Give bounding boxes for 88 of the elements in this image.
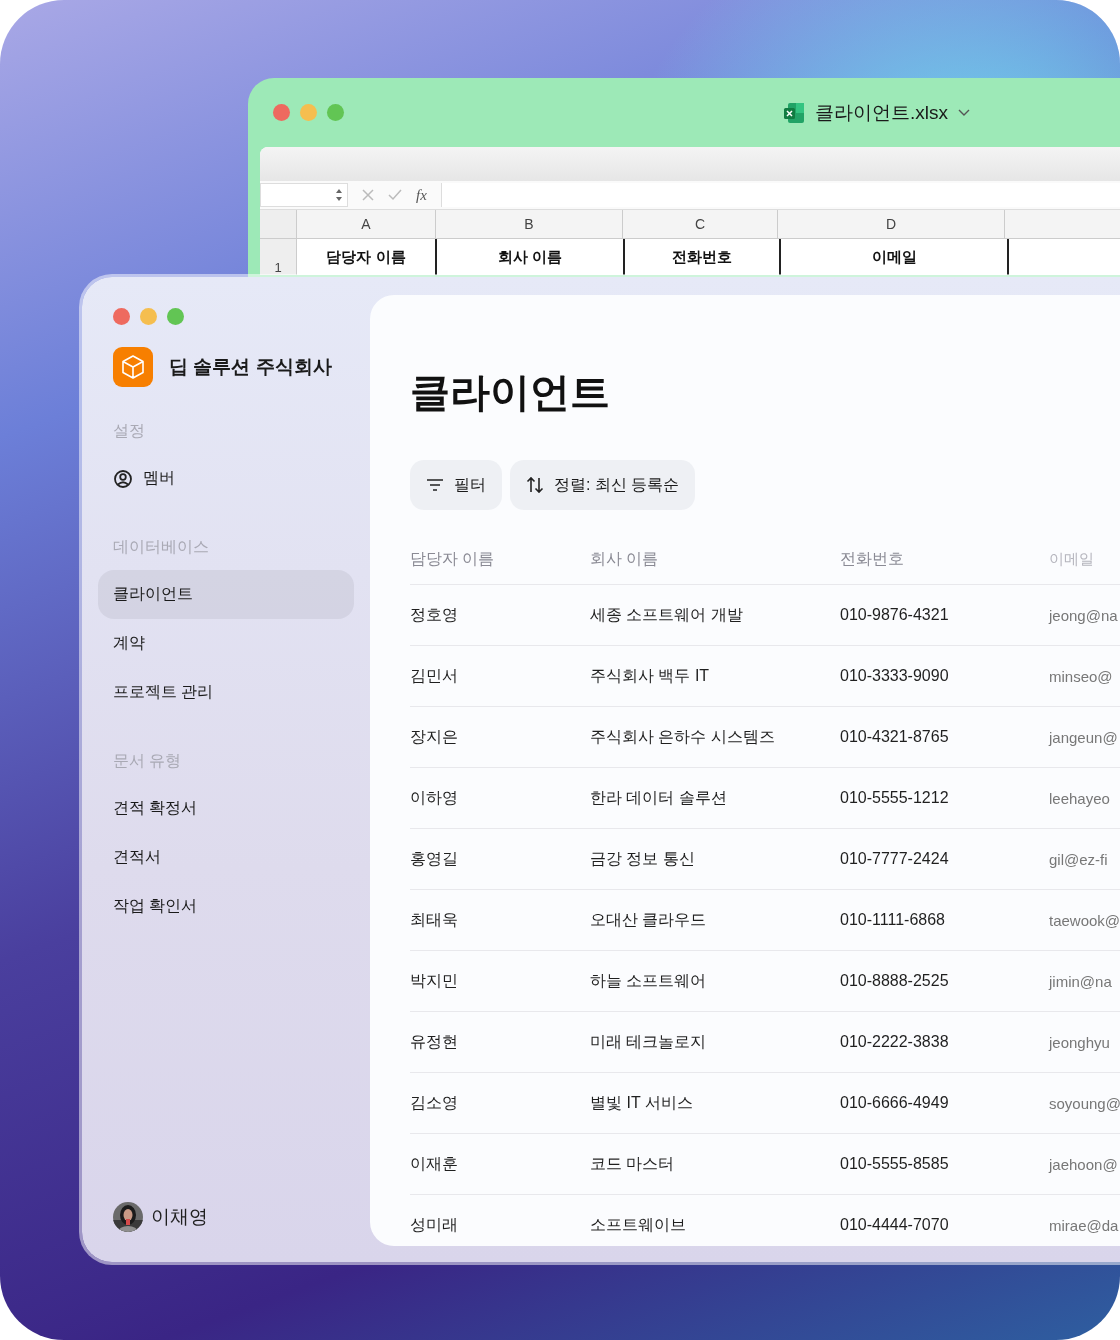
sidebar-item[interactable]: 계약: [98, 619, 354, 668]
section-heading: 설정: [112, 421, 146, 441]
sidebar-item[interactable]: 프로젝트 관리: [98, 668, 354, 717]
check-icon[interactable]: [388, 189, 402, 201]
minimize-button[interactable]: [140, 308, 157, 325]
cancel-icon[interactable]: [362, 189, 374, 201]
table-cell: soyoung@: [1049, 1094, 1120, 1112]
row-header[interactable]: 1: [260, 239, 297, 275]
cube-icon: [113, 347, 153, 387]
table-cell-text: leehayeo: [1049, 789, 1111, 807]
table-cell-text: jimin@na: [1049, 972, 1113, 990]
table-cell: 담당자 이름: [297, 239, 437, 275]
table-cell-text: 장지은: [410, 726, 459, 747]
file-name: 클라이언트.xlsx: [815, 101, 948, 125]
table-cell-text: 금강 정보 통신: [590, 848, 696, 869]
table-cell-text: 미래 테크놀로지: [590, 1031, 708, 1052]
sidebar-item[interactable]: 클라이언트: [98, 570, 354, 619]
table-cell-text: 박지민: [410, 970, 459, 991]
table-cell: 이메일: [781, 239, 1009, 275]
table-cell-text: 코드 마스터: [590, 1153, 676, 1174]
filter-button[interactable]: 필터: [410, 460, 502, 510]
table-cell-text: 010-4321-8765: [840, 728, 950, 746]
table-cell-text: 주식회사 은하수 시스템즈: [590, 726, 776, 747]
table-cell: 전화번호: [625, 239, 781, 275]
page-title: 클라이언트: [410, 369, 611, 416]
table-cell-text: 010-8888-2525: [840, 972, 950, 990]
table-cell-text: 010-1111-6868: [840, 911, 946, 929]
table-cell-text: 010-7777-2424: [840, 850, 950, 868]
column-header[interactable]: D: [778, 210, 1005, 238]
user-name[interactable]: 이채영: [151, 1204, 208, 1230]
column-header[interactable]: 회사 이름: [590, 548, 840, 570]
table-cell-text: minseo@: [1049, 667, 1114, 685]
table-cell-text: jangeun@: [1049, 728, 1119, 746]
table-cell-text: 010-3333-9090: [840, 667, 950, 685]
select-all-corner[interactable]: [260, 210, 297, 238]
table-cell-text: 유정현: [410, 1031, 459, 1052]
table-cell: mirae@da: [1049, 1216, 1120, 1234]
table-cell-text: 주식회사 백두 IT: [590, 665, 711, 686]
function-label[interactable]: fx: [416, 186, 427, 204]
table-cell-text: 소프트웨이브: [590, 1214, 687, 1235]
table-cell-text: gil@ez-fi: [1049, 850, 1109, 868]
section-heading: 문서 유형: [112, 751, 183, 771]
table-cell-text: 최태욱: [410, 909, 459, 930]
sidebar-item[interactable]: 작업 확인서: [98, 882, 354, 931]
sidebar-item[interactable]: 견적 확정서: [98, 784, 354, 833]
sidebar-item[interactable]: 견적서: [98, 833, 354, 882]
table-cell-text: 성미래: [410, 1214, 459, 1235]
table-cell-text: 010-4444-7070: [840, 1216, 950, 1234]
table-cell-text: jeonghyu: [1049, 1033, 1111, 1051]
section-heading: 데이터베이스: [112, 537, 210, 557]
table-cell-text: 김소영: [410, 1092, 459, 1113]
table-cell-text: jaehoon@: [1049, 1155, 1119, 1173]
user-icon: [113, 468, 133, 489]
sort-icon: [526, 476, 544, 494]
table-cell-text: 하늘 소프트웨어: [590, 970, 708, 991]
company-name: 딥 솔루션 주식회사: [169, 355, 332, 379]
table-cell-text: 이하영: [410, 787, 459, 808]
sidebar-item[interactable]: 멤버: [98, 454, 354, 503]
table-cell-text: 010-9876-4321: [840, 606, 950, 624]
column-header[interactable]: C: [623, 210, 778, 238]
table-cell-text: 홍영길: [410, 848, 459, 869]
table-cell: taewook@: [1049, 911, 1120, 929]
spreadsheet-icon: [783, 102, 805, 124]
table-cell-text: 010-5555-1212: [840, 789, 950, 807]
chevron-down-icon[interactable]: [958, 109, 970, 117]
formula-field[interactable]: [440, 183, 1120, 207]
table-cell-text: 한라 데이터 솔루션: [590, 787, 728, 808]
table-cell-text: jeong@na: [1049, 606, 1119, 624]
table-cell-text: 오대산 클라우드: [590, 909, 708, 930]
table-cell: 회사 이름: [437, 239, 625, 275]
column-header[interactable]: B: [436, 210, 623, 238]
column-header[interactable]: A: [297, 210, 436, 238]
table-cell-text: 이재훈: [410, 1153, 459, 1174]
table-cell-text: 김민서: [410, 665, 459, 686]
table-cell-text: 별빛 IT 서비스: [590, 1092, 694, 1113]
filter-icon: [426, 478, 444, 492]
zoom-button[interactable]: [327, 104, 344, 121]
table-cell-text: 010-6666-4949: [840, 1094, 950, 1112]
sort-button[interactable]: 정렬: 최신 등록순: [510, 460, 696, 510]
table-cell-text: 세종 소프트웨어 개발: [590, 604, 744, 625]
close-button[interactable]: [113, 308, 130, 325]
table-cell-text: 정호영: [410, 604, 459, 625]
zoom-button[interactable]: [167, 308, 184, 325]
close-button[interactable]: [273, 104, 290, 121]
table-cell-text: 010-5555-8585: [840, 1155, 950, 1173]
name-box[interactable]: [260, 183, 348, 207]
table-cell-text: 010-2222-3838: [840, 1033, 950, 1051]
minimize-button[interactable]: [300, 104, 317, 121]
